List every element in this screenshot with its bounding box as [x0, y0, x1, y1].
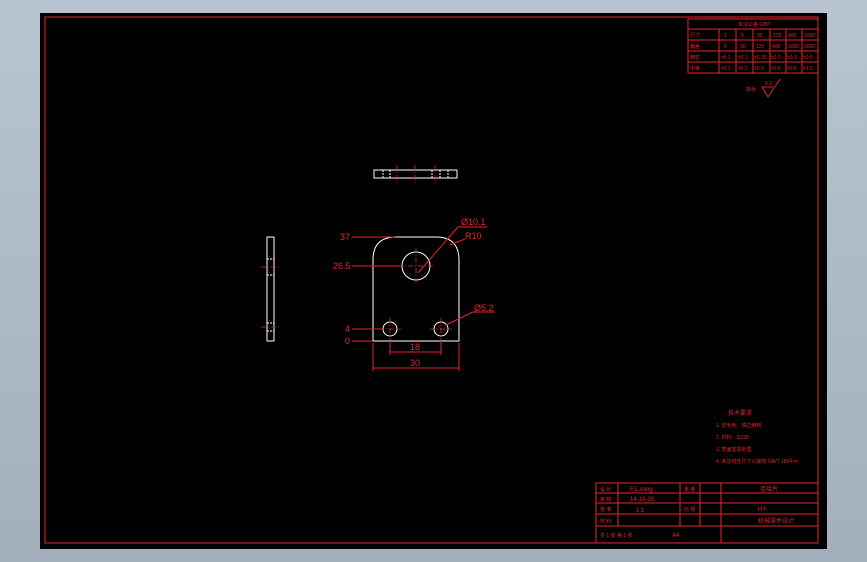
designer-name: F.L.song — [630, 487, 653, 493]
scale-value: 1:1 — [636, 508, 645, 514]
svg-text:2000: 2000 — [804, 44, 815, 50]
svg-text:中等: 中等 — [690, 65, 700, 72]
tolerance-table-title: 未注公差 GB/T — [738, 21, 771, 28]
sheet-size: A4 — [672, 533, 680, 539]
company-name: 机械零件设计 — [758, 517, 794, 525]
note-item: 3. 表面发黑处理 — [716, 446, 752, 453]
svg-text:±0.8: ±0.8 — [787, 66, 797, 72]
svg-text:±0.1: ±0.1 — [721, 55, 731, 61]
svg-text:偏差: 偏差 — [690, 43, 700, 50]
roughness-label: 其余 — [746, 86, 756, 93]
roughness-value: 6.3 — [765, 81, 772, 87]
svg-text:±1.2: ±1.2 — [803, 66, 813, 72]
svg-text:1000: 1000 — [804, 33, 815, 39]
svg-text:±0.3: ±0.3 — [787, 55, 797, 61]
drawing-canvas: 未注公差 GB/T 尺寸 1 6 30 120 400 1000 偏差 6 30… — [44, 16, 819, 544]
svg-text:±0.2: ±0.2 — [738, 66, 748, 72]
roughness-symbol: 其余 6.3 — [746, 78, 781, 98]
svg-text:400: 400 — [788, 33, 797, 39]
dim-small-hole: Ø5.2 — [474, 303, 494, 313]
dim-width: 30 — [410, 358, 420, 368]
top-view — [373, 165, 458, 183]
svg-text:±0.15: ±0.15 — [754, 55, 767, 61]
svg-text:比 例: 比 例 — [684, 506, 695, 513]
svg-text:±0.1: ±0.1 — [721, 66, 731, 72]
svg-text:±0.1: ±0.1 — [738, 55, 748, 61]
cad-viewport[interactable]: 未注公差 GB/T 尺寸 1 6 30 120 400 1000 偏差 6 30… — [40, 13, 827, 549]
svg-text:重 量: 重 量 — [684, 486, 695, 493]
note-item: 1. 去毛刺、锐边倒钝 — [716, 422, 762, 429]
svg-text:±0.5: ±0.5 — [771, 66, 781, 72]
note-item: 2. 材料：Q235 — [716, 434, 749, 441]
front-view — [372, 236, 460, 342]
dim-big-hole: Ø10.1 — [461, 217, 486, 227]
svg-text:30: 30 — [740, 44, 746, 50]
svg-text:设 计: 设 计 — [600, 486, 611, 493]
svg-text:材 料: 材 料 — [600, 518, 611, 525]
dim-hole-spacing: 18 — [410, 342, 420, 352]
dim-base: 0 — [345, 336, 350, 346]
svg-text:±0.5: ±0.5 — [803, 55, 813, 61]
sheet-count: 共 1 张 第 1 张 — [600, 532, 633, 539]
svg-text:审 核: 审 核 — [600, 496, 611, 503]
drawing-code: HY- — [758, 507, 768, 513]
design-date: 14-10-30 — [630, 497, 655, 503]
svg-text:批 准: 批 准 — [600, 506, 611, 513]
dim-hole-height: 26.5 — [333, 261, 351, 271]
svg-text:1000: 1000 — [788, 44, 799, 50]
svg-text:30: 30 — [757, 33, 763, 39]
side-view — [261, 236, 280, 342]
dimensions: 37 26.5 4 0 Ø10.1 R10 Ø5.2 18 30 — [333, 217, 495, 371]
part-name: 连接片 — [760, 485, 778, 493]
svg-text:400: 400 — [772, 44, 781, 50]
tolerance-table: 未注公差 GB/T 尺寸 1 6 30 120 400 1000 偏差 6 30… — [687, 18, 819, 74]
svg-text:精密: 精密 — [690, 54, 700, 61]
svg-text:6: 6 — [724, 44, 727, 50]
svg-text:±0.2: ±0.2 — [771, 55, 781, 61]
note-item: 4. 未注线性尺寸公差按 GB/T 1804-m — [716, 458, 798, 465]
svg-text:120: 120 — [773, 33, 782, 39]
title-block: 设 计 审 核 批 准 材 料 F.L.song 14-10-30 1:1 重 … — [595, 482, 819, 544]
technical-notes: 技术要求 1. 去毛刺、锐边倒钝 2. 材料：Q235 3. 表面发黑处理 4.… — [716, 409, 798, 465]
notes-title: 技术要求 — [728, 409, 752, 417]
dim-radius: R10 — [465, 231, 482, 241]
svg-text:6: 6 — [741, 33, 744, 39]
svg-text:120: 120 — [756, 44, 765, 50]
dim-top-height: 37 — [340, 232, 350, 242]
drawing-border — [44, 16, 819, 544]
svg-text:±0.3: ±0.3 — [754, 66, 764, 72]
dim-small-hole-height: 4 — [345, 324, 350, 334]
svg-text:尺寸: 尺寸 — [690, 32, 700, 39]
svg-text:1: 1 — [724, 33, 727, 39]
